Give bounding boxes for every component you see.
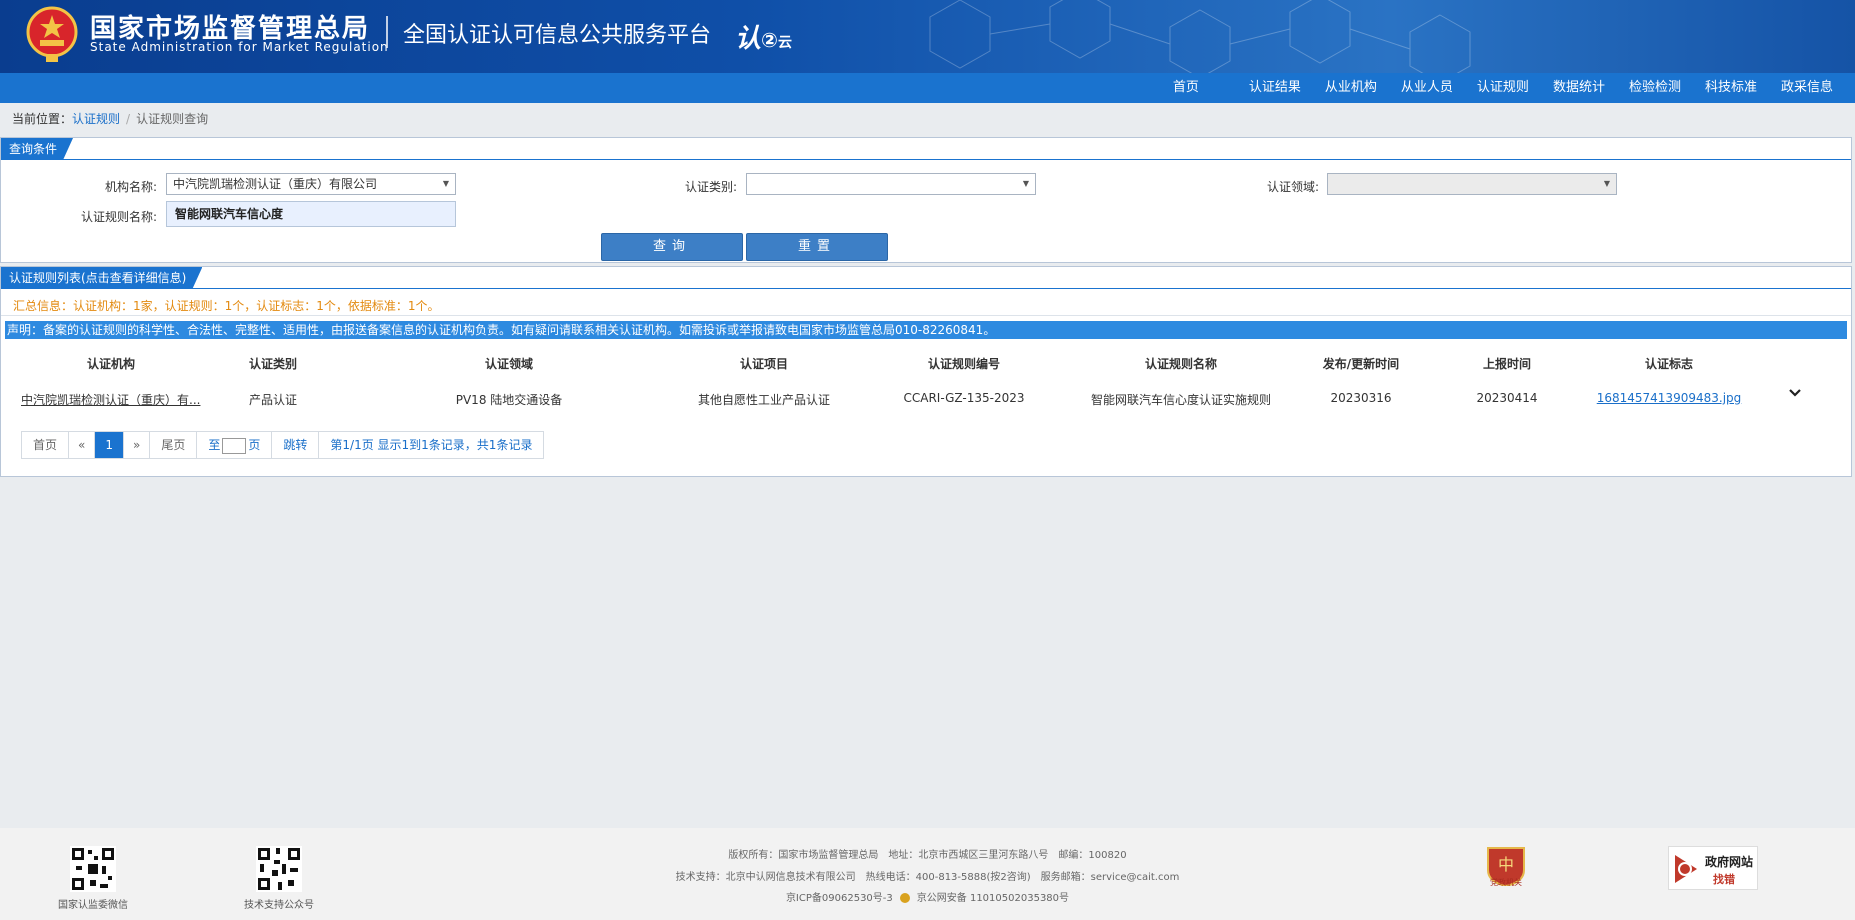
nav-item-cert-results[interactable]: 认证结果: [1237, 73, 1313, 103]
cell-category: 产品认证: [248, 393, 297, 407]
page-first-button[interactable]: 首页: [22, 432, 70, 458]
page-prev-button[interactable]: «: [69, 432, 96, 458]
summary-info: 汇总信息：认证机构：1家，认证规则：1个，认证标志：1个，依据标准：1个。: [13, 299, 440, 313]
org-name-select-value: 中汽院凯瑞检测认证（重庆）有限公司: [173, 177, 378, 191]
goto-suffix: 页: [248, 438, 261, 452]
nav-item-cert-rules[interactable]: 认证规则: [1465, 73, 1541, 103]
nav-item-statistics[interactable]: 数据统计: [1541, 73, 1617, 103]
page-last-button[interactable]: 尾页: [150, 432, 198, 458]
page-info: 第1/1页 显示1到1条记录，共1条记录: [330, 438, 533, 452]
nav-item-institutions[interactable]: 从业机构: [1313, 73, 1389, 103]
column-header-rule-name: 认证规则名称: [1144, 357, 1217, 371]
footer-postcode: 邮编：100820: [1058, 850, 1127, 861]
breadcrumb-link-rules[interactable]: 认证规则: [72, 112, 120, 126]
footer-support-line: 技术支持：北京中认网信息技术有限公司 热线电话：400-813-5888(按2咨询…: [0, 868, 1855, 883]
page-goto-input[interactable]: [222, 437, 247, 454]
column-header-mark: 认证标志: [1644, 357, 1693, 371]
disclaimer-notice: 声明：备案的认证规则的科学性、合法性、完整性、适用性，由报送备案信息的认证机构负…: [5, 321, 1847, 339]
breadcrumb-current: 认证规则查询: [136, 112, 209, 126]
results-panel-title: 认证规则列表(点击查看详细信息): [1, 267, 202, 289]
site-footer: 国家认监委微信 技术支持公众号 版权所有：国家市场监督管理总局 地址：北京市西城区…: [0, 828, 1855, 920]
chevron-down-icon: ▼: [1603, 179, 1610, 188]
rule-name-label: 认证规则名称:: [80, 210, 157, 224]
party-gov-label: 党政机关: [1490, 878, 1522, 887]
column-header-domain: 认证领域: [484, 357, 533, 371]
page-jump-button[interactable]: 跳转: [272, 432, 320, 458]
column-header-category: 认证类别: [248, 357, 297, 371]
site-header: 国家市场监督管理总局 State Administration for Mark…: [0, 0, 1855, 73]
cell-report-date: 20230414: [1476, 391, 1538, 405]
renzheng-cloud-logo: 认②云: [735, 24, 792, 54]
hexagon-pattern-decoration: [929, 0, 1471, 73]
summary-divider: [1, 315, 1851, 316]
cell-org[interactable]: 中汽院凯瑞检测认证（重庆）有...: [21, 391, 205, 408]
cell-rule-no: CCARI-GZ-135-2023: [903, 391, 1025, 405]
logo-main-text: 认: [735, 24, 762, 54]
nav-item-home[interactable]: 首页: [1161, 73, 1211, 103]
party-gov-badge[interactable]: 中 党政机关: [1484, 846, 1528, 898]
main-nav: 首页 认证结果 从业机构 从业人员 认证规则 数据统计 检验检测 科技标准 政采…: [0, 73, 1855, 103]
footer-copyright: 版权所有：国家市场监督管理总局: [728, 850, 879, 861]
page-number-button[interactable]: 1: [95, 432, 124, 458]
column-header-report-date: 上报时间: [1482, 357, 1531, 371]
nav-item-personnel[interactable]: 从业人员: [1389, 73, 1465, 103]
reset-button[interactable]: 重置: [746, 233, 888, 261]
column-header-project: 认证项目: [739, 357, 788, 371]
gov-website-error-report-badge[interactable]: 政府网站 找错: [1668, 846, 1758, 890]
column-header-org: 认证机构: [86, 357, 135, 371]
breadcrumb-prefix: 当前位置：: [12, 112, 73, 126]
nav-item-procurement[interactable]: 政采信息: [1769, 73, 1845, 103]
platform-title: 全国认证认可信息公共服务平台: [403, 23, 712, 48]
nav-item-inspection[interactable]: 检验检测: [1617, 73, 1693, 103]
footer-hotline: 热线电话：400-813-5888(按2咨询): [865, 872, 1031, 883]
goto-prefix: 至: [208, 438, 221, 452]
pagination: 首页 « 1 » 尾页 至页 跳转 第1/1页 显示1到1条记录，共1条记录: [21, 431, 545, 459]
footer-icp[interactable]: 京ICP备09062530号-3: [786, 893, 893, 904]
column-header-publish-date: 发布/更新时间: [1322, 357, 1400, 371]
magnifier-icon: [1675, 855, 1697, 883]
org-name-en: State Administration for Market Regulati…: [90, 40, 389, 54]
cell-mark-link[interactable]: 1681457413909483.jpg: [1589, 391, 1749, 405]
chevron-down-icon[interactable]: [1787, 385, 1803, 401]
org-name-label: 机构名称:: [104, 180, 157, 194]
page-goto-group: 至页: [197, 432, 273, 458]
nav-item-standards[interactable]: 科技标准: [1693, 73, 1769, 103]
gov-website-sub: 找错: [1713, 873, 1735, 886]
cert-domain-label: 认证领域:: [1266, 180, 1319, 194]
cert-domain-select[interactable]: ▼: [1327, 173, 1617, 195]
gov-website-title: 政府网站: [1705, 855, 1754, 869]
org-name-select[interactable]: 中汽院凯瑞检测认证（重庆）有限公司 ▼: [166, 173, 456, 195]
footer-address: 地址：北京市西城区三里河东路八号: [888, 850, 1049, 861]
cert-category-select[interactable]: ▼: [746, 173, 1036, 195]
column-header-rule-no: 认证规则编号: [927, 357, 1000, 371]
footer-icp-line: 京ICP备09062530号-3 京公网安备 11010502035380号: [0, 889, 1855, 904]
header-divider: [386, 16, 388, 48]
national-emblem-icon: [26, 6, 78, 62]
breadcrumb: 当前位置：认证规则 / 认证规则查询: [12, 110, 208, 127]
chevron-down-icon: ▼: [1022, 179, 1029, 188]
footer-email: 服务邮箱：service@cait.com: [1040, 872, 1180, 883]
svg-text:中: 中: [1498, 855, 1514, 874]
footer-tech-support: 技术支持：北京中认网信息技术有限公司: [675, 872, 856, 883]
search-button[interactable]: 查询: [601, 233, 743, 261]
cell-rule-name: 智能网联汽车信心度认证实施规则: [1090, 393, 1271, 407]
results-panel: 认证规则列表(点击查看详细信息) 汇总信息：认证机构：1家，认证规则：1个，认证…: [0, 266, 1852, 477]
chevron-down-icon: ▼: [442, 179, 449, 188]
cell-domain: PV18 陆地交通设备: [455, 393, 563, 407]
police-badge-icon: [899, 893, 910, 903]
breadcrumb-separator: /: [126, 112, 131, 126]
cell-project: 其他自愿性工业产品认证: [697, 393, 830, 407]
cell-publish-date: 20230316: [1330, 391, 1392, 405]
footer-police-record[interactable]: 京公网安备 11010502035380号: [917, 893, 1069, 904]
query-panel-title: 查询条件: [1, 138, 73, 160]
footer-copyright-line: 版权所有：国家市场监督管理总局 地址：北京市西城区三里河东路八号 邮编：100820: [0, 846, 1855, 861]
logo-sub-text: 云: [777, 35, 792, 51]
rule-name-input[interactable]: 智能网联汽车信心度: [166, 201, 456, 227]
page-next-button[interactable]: »: [124, 432, 151, 458]
query-panel: 查询条件 机构名称: 中汽院凯瑞检测认证（重庆）有限公司 ▼ 认证类别: ▼ 认…: [0, 137, 1852, 263]
cert-category-label: 认证类别:: [684, 180, 737, 194]
